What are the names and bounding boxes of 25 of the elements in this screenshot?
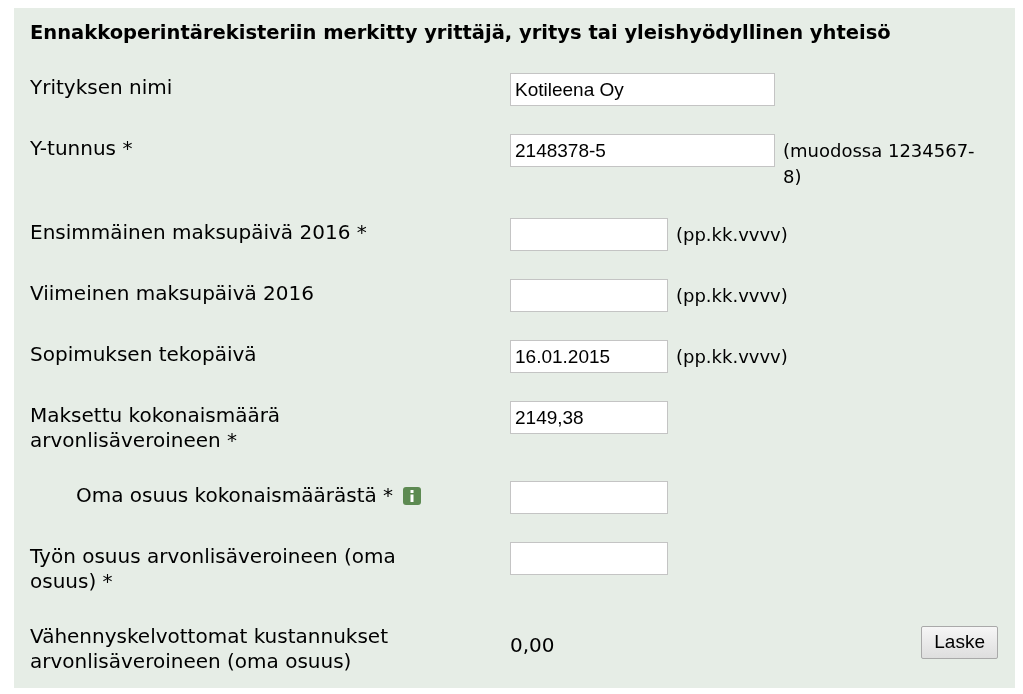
calculate-button[interactable]: Laske (921, 626, 998, 659)
input-field[interactable]: 16.01.2015 (510, 340, 668, 373)
result-value: 0,00 (510, 633, 555, 658)
input-field[interactable] (510, 218, 668, 251)
input-field[interactable] (510, 542, 668, 575)
input-field[interactable]: Kotileena Oy (510, 73, 775, 106)
format-hint: (muodossa 1234567-8) (783, 139, 976, 189)
field-label: Vähennyskelvottomat kustannukset arvonlisäveroineen (oma osuus) (30, 624, 389, 674)
field-label: Sopimuksen tekopäivä (30, 342, 258, 367)
format-hint: (pp.kk.vvvv) (676, 345, 788, 369)
field-label: Oma osuus kokonaismäärästä * (76, 483, 394, 508)
section-title: Ennakkoperintärekisteriin merkitty yrittäjä, yritys tai yleishyödyllinen yhteisö (30, 20, 892, 46)
field-label: Y-tunnus * (30, 136, 134, 161)
field-label: Viimeinen maksupäivä 2016 (30, 281, 315, 306)
input-field[interactable] (510, 279, 668, 312)
field-label: Maksettu kokonaismäärä arvonlisäveroineen * (30, 403, 282, 453)
field-label: Yrityksen nimi (30, 75, 174, 100)
input-field[interactable]: 2149,38 (510, 401, 668, 434)
format-hint: (pp.kk.vvvv) (676, 223, 788, 247)
field-label: Työn osuus arvonlisäveroineen (oma osuus) * (30, 544, 397, 594)
field-label: Ensimmäinen maksupäivä 2016 * (30, 220, 368, 245)
format-hint: (pp.kk.vvvv) (676, 284, 788, 308)
input-field[interactable]: 2148378-5 (510, 134, 775, 167)
info-icon[interactable] (403, 486, 422, 505)
input-field[interactable] (510, 481, 668, 514)
